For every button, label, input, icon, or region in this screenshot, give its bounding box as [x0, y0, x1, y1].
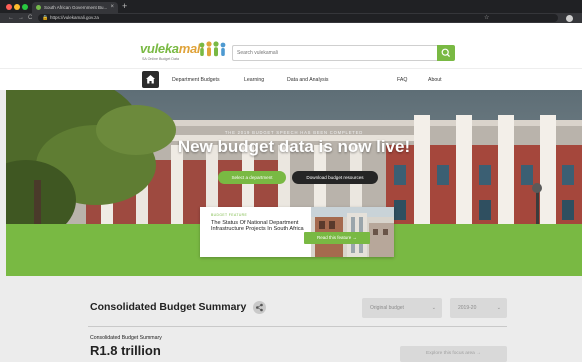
financial-year-dropdown[interactable]: 2019-20 ⌄	[450, 298, 507, 318]
forward-icon[interactable]: →	[18, 13, 24, 23]
consolidated-budget-summary-section: Consolidated Budget Summary Original bud…	[0, 276, 582, 362]
summary-title: Consolidated Budget Summary	[90, 301, 247, 313]
browser-tab-bar: South African Government Bu... × +	[0, 0, 582, 13]
divider	[88, 326, 507, 327]
logo-tagline: SA Online Budget Data	[142, 57, 179, 61]
lock-icon: 🔒	[42, 15, 49, 21]
tab-close-icon[interactable]: ×	[110, 2, 114, 13]
nav-faq[interactable]: FAQ	[397, 69, 407, 91]
summary-total-value: R1.8 trillion	[90, 343, 161, 358]
read-feature-button[interactable]: Read this feature →	[304, 232, 370, 244]
download-budget-resources-button[interactable]: Download budget resources	[292, 171, 378, 184]
logo-text-part-1: vuleka	[140, 41, 179, 56]
vulekamali-logo[interactable]: vulekamali SA Online Budget Data	[140, 40, 228, 66]
tab-title: South African Government Bu...	[44, 5, 108, 10]
share-button[interactable]	[253, 301, 266, 314]
home-button[interactable]	[142, 71, 159, 88]
search-icon	[441, 48, 451, 58]
nav-data-and-analysis[interactable]: Data and Analysis	[287, 69, 329, 91]
budget-type-value: Original budget	[370, 305, 404, 311]
reload-icon[interactable]: C	[28, 13, 32, 23]
favicon-icon	[36, 5, 41, 10]
back-icon[interactable]: ←	[8, 13, 14, 23]
budget-type-dropdown[interactable]: Original budget ⌄	[362, 298, 442, 318]
financial-year-value: 2019-20	[458, 305, 477, 311]
maximize-window-icon[interactable]	[22, 4, 28, 10]
logo-people-icon	[199, 41, 226, 57]
minimize-window-icon[interactable]	[14, 4, 20, 10]
share-icon	[256, 303, 263, 312]
bookmark-star-icon[interactable]: ☆	[484, 13, 489, 23]
profile-avatar-icon[interactable]	[566, 15, 573, 22]
hero-label: THE 2019 BUDGET SPEECH HAS BEEN COMPLETE…	[224, 130, 364, 135]
search-button[interactable]	[437, 45, 455, 61]
hero-title: New budget data is now live!	[177, 137, 411, 156]
close-window-icon[interactable]	[6, 4, 12, 10]
browser-window-chrome: South African Government Bu... × + ← → C…	[0, 0, 582, 23]
main-navigation: Department Budgets Learning Data and Ana…	[0, 68, 582, 90]
explore-focus-area-button[interactable]: Explore this focus area →	[400, 346, 507, 362]
summary-sub-label: Consolidated Budget Summary	[90, 335, 162, 341]
new-tab-button[interactable]: +	[122, 1, 127, 12]
address-bar[interactable]: 🔒 https://vulekamali.gov.za	[38, 14, 558, 22]
browser-tab[interactable]: South African Government Bu... ×	[32, 2, 118, 13]
select-department-button[interactable]: Select a department	[218, 171, 286, 184]
nav-department-budgets[interactable]: Department Budgets	[172, 69, 220, 91]
search-input[interactable]	[232, 45, 437, 61]
nav-about[interactable]: About	[428, 69, 442, 91]
chevron-down-icon: ⌄	[431, 305, 436, 311]
browser-toolbar: ← → C 🔒 https://vulekamali.gov.za ☆	[0, 13, 582, 23]
feature-title: The Status Of National Department Infras…	[211, 220, 304, 233]
logo-wordmark: vulekamali	[140, 41, 204, 56]
address-bar-url: https://vulekamali.gov.za	[50, 15, 99, 20]
chevron-down-icon: ⌄	[496, 305, 501, 311]
nav-learning[interactable]: Learning	[244, 69, 264, 91]
budget-feature-card[interactable]: BUDGET FEATURE The Status Of National De…	[200, 207, 394, 257]
feature-kicker: BUDGET FEATURE	[211, 213, 248, 217]
home-icon	[146, 75, 155, 84]
